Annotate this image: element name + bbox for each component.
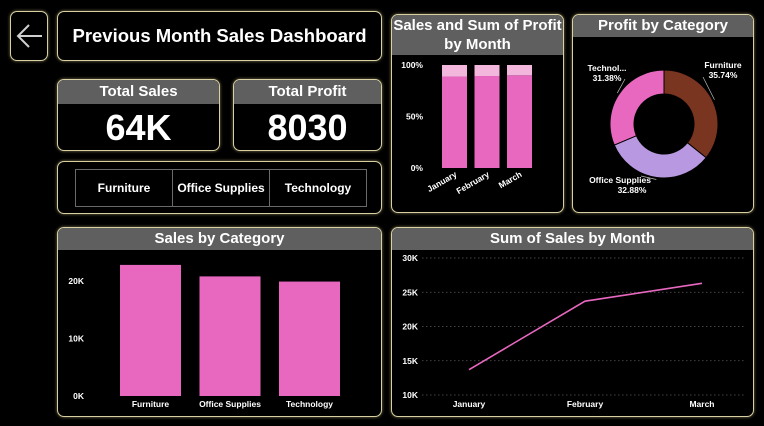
total-profit-card: Total Profit 8030 (233, 79, 382, 151)
y-tick-label: 50% (406, 112, 423, 122)
page-title: Previous Month Sales Dashboard (72, 25, 367, 46)
slicer-item-office-supplies[interactable]: Office Supplies (172, 169, 270, 207)
sum-of-sales-by-month-chart: Sum of Sales by Month 10K 15K 20K 25K 30K Jan… (391, 227, 754, 417)
bar-furniture (120, 264, 181, 396)
stacked-column-plot: 0% 50% 100% JanuaryFebruary March (401, 60, 532, 196)
back-button[interactable] (10, 11, 48, 61)
chart-title: Sales and Sum of Profit by Month (392, 15, 563, 55)
slicer-item-technology[interactable]: Technology (269, 169, 367, 207)
donut-plot: Furniture35.74%Office Supplies32.88%Tech… (587, 60, 742, 195)
x-tick-label: February (454, 169, 491, 196)
category-slicer: Furniture Office Supplies Technology (57, 161, 382, 214)
x-tick-label: January (453, 399, 486, 409)
total-sales-value: 64K (105, 107, 172, 148)
y-tick-label: 10K (402, 390, 418, 400)
donut-value-office-supplies: 32.88% (618, 185, 647, 195)
x-tick-label: Furniture (132, 399, 170, 409)
x-tick-label: January (425, 169, 458, 194)
profit-by-category-chart: Profit by Category Furniture 35.74% Office… (572, 14, 754, 213)
bar-segment-february-0 (474, 76, 500, 168)
x-tick-label: February (567, 399, 604, 409)
bar-plot: 0K 10K 20K Furniture Office Supplies Technolo… (68, 264, 340, 409)
bar-office-supplies (199, 276, 261, 396)
total-profit-value: 8030 (267, 107, 348, 148)
donut-value-furniture: 35.74% (709, 70, 738, 80)
chart-title: Profit by Category (573, 15, 753, 37)
total-profit-label: Total Profit (234, 80, 381, 104)
arrow-left-icon (16, 24, 42, 48)
donut-label-technol: Technol... (587, 63, 626, 73)
y-tick-label: 10K (68, 334, 84, 344)
donut-label-furniture: Furniture (704, 60, 742, 70)
total-sales-card: Total Sales 64K (57, 79, 220, 151)
bar-segment-january-1 (442, 65, 467, 77)
y-tick-label: 0% (411, 163, 424, 173)
y-tick-label: 25K (402, 287, 418, 297)
total-sales-label: Total Sales (58, 80, 219, 104)
y-tick-label: 100% (401, 60, 423, 70)
y-tick-label: 15K (402, 356, 418, 366)
x-tick-label: March (497, 169, 524, 190)
donut-slice-furniture (663, 69, 719, 159)
slicer-item-furniture[interactable]: Furniture (75, 169, 173, 207)
x-tick-label: March (689, 399, 714, 409)
x-tick-label: Technology (286, 399, 333, 409)
x-tick-label: Office Supplies (199, 399, 261, 409)
sales-profit-by-month-chart: Sales and Sum of Profit by Month 0% 50% 10… (391, 14, 564, 213)
title-card: Previous Month Sales Dashboard (57, 11, 382, 61)
y-tick-label: 20K (68, 276, 84, 286)
y-tick-label: 30K (402, 253, 418, 263)
bar-segment-march-1 (507, 65, 532, 76)
bar-segment-march-0 (507, 75, 532, 168)
sales-by-category-chart: Sales by Category 0K 10K 20K Furniture Offic… (57, 227, 382, 417)
line-plot: 10K 15K 20K 25K 30K January February March (402, 253, 746, 409)
chart-title: Sum of Sales by Month (392, 228, 753, 250)
bar-segment-january-0 (442, 76, 467, 168)
chart-title: Sales by Category (58, 228, 381, 250)
bar-segment-february-1 (474, 65, 500, 77)
y-tick-label: 20K (402, 322, 418, 332)
y-tick-label: 0K (73, 391, 85, 401)
bar-technology (279, 281, 340, 396)
donut-value-technol: 31.38% (593, 73, 622, 83)
